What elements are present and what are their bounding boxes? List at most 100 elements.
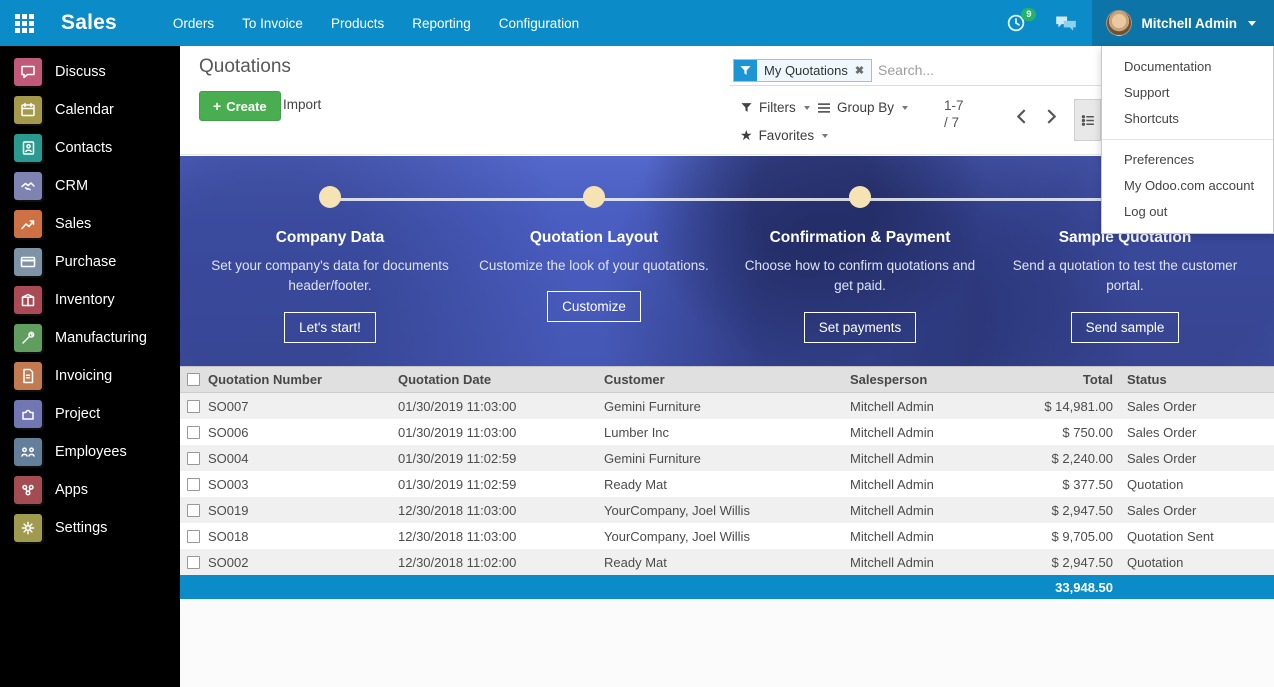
step-description: Set your company's data for documents he… (210, 256, 450, 297)
sidebar-item-invoicing[interactable]: Invoicing (0, 357, 180, 395)
star-icon: ★ (740, 127, 753, 144)
user-menu-item-preferences[interactable]: Preferences (1102, 147, 1273, 173)
select-all-checkbox[interactable] (187, 373, 200, 386)
inventory-icon (14, 286, 42, 314)
column-header-customer[interactable]: Customer (604, 372, 850, 387)
user-menu-item-shortcuts[interactable]: Shortcuts (1102, 106, 1273, 132)
step-button-set-payments[interactable]: Set payments (804, 312, 917, 343)
cell-total: $ 750.00 (1000, 425, 1113, 440)
app-brand[interactable]: Sales (61, 11, 117, 35)
table-row-so006[interactable]: SO00601/30/2019 11:03:00Lumber IncMitche… (180, 419, 1274, 445)
row-checkbox[interactable] (187, 504, 200, 517)
group-by-dropdown[interactable]: Group By (817, 100, 908, 115)
table-row-so004[interactable]: SO00401/30/2019 11:02:59Gemini Furniture… (180, 445, 1274, 471)
cell-total: $ 9,705.00 (1000, 529, 1113, 544)
sidebar-item-contacts[interactable]: Contacts (0, 129, 180, 167)
row-checkbox[interactable] (187, 426, 200, 439)
user-menu-item-my-odoo-com-account[interactable]: My Odoo.com account (1102, 173, 1273, 199)
step-description: Send a quotation to test the customer po… (1005, 256, 1245, 297)
user-avatar (1106, 10, 1132, 36)
row-checkbox[interactable] (187, 530, 200, 543)
messages-icon[interactable] (1040, 0, 1092, 46)
navbar-right: 9 Mitchell Admin (992, 0, 1274, 46)
table-row-so019[interactable]: SO01912/30/2018 11:03:00YourCompany, Joe… (180, 497, 1274, 523)
cell-status: Sales Order (1113, 425, 1274, 440)
sidebar-item-purchase[interactable]: Purchase (0, 243, 180, 281)
nav-menu-configuration[interactable]: Configuration (485, 0, 593, 46)
nav-menu-to-invoice[interactable]: To Invoice (228, 0, 317, 46)
sidebar-item-employees[interactable]: Employees (0, 433, 180, 471)
sidebar-item-discuss[interactable]: Discuss (0, 53, 180, 91)
cell-total: $ 2,947.50 (1000, 555, 1113, 570)
cell-quotation-date: 12/30/2018 11:03:00 (398, 529, 604, 544)
table-header-row: Quotation Number Quotation Date Customer… (180, 366, 1274, 393)
step-dot (849, 186, 871, 208)
sidebar-item-sales[interactable]: Sales (0, 205, 180, 243)
sidebar-item-label: Settings (55, 520, 107, 536)
calendar-icon (14, 96, 42, 124)
cell-quotation-date: 01/30/2019 11:03:00 (398, 425, 604, 440)
facet-label: My Quotations (764, 63, 848, 78)
employees-icon (14, 438, 42, 466)
user-menu-item-log-out[interactable]: Log out (1102, 199, 1273, 225)
step-button-let-s-start[interactable]: Let's start! (284, 312, 376, 343)
row-checkbox[interactable] (187, 556, 200, 569)
table-row-so003[interactable]: SO00301/30/2019 11:02:59Ready MatMitchel… (180, 471, 1274, 497)
column-header-status[interactable]: Status (1113, 372, 1274, 387)
sidebar-item-manufacturing[interactable]: Manufacturing (0, 319, 180, 357)
nav-menu-reporting[interactable]: Reporting (398, 0, 485, 46)
cell-quotation-number: SO002 (208, 555, 398, 570)
pager-range: 1-7 (944, 97, 964, 114)
sidebar-item-crm[interactable]: CRM (0, 167, 180, 205)
user-menu-button[interactable]: Mitchell Admin (1092, 0, 1274, 46)
column-header-quotation-number[interactable]: Quotation Number (208, 372, 398, 387)
table-row-so018[interactable]: SO01812/30/2018 11:03:00YourCompany, Joe… (180, 523, 1274, 549)
activity-icon[interactable]: 9 (992, 0, 1040, 46)
breadcrumb[interactable]: Quotations (199, 56, 291, 78)
nav-menu-orders[interactable]: Orders (159, 0, 228, 46)
column-header-quotation-date[interactable]: Quotation Date (398, 372, 604, 387)
cell-total: $ 14,981.00 (1000, 399, 1113, 414)
contacts-icon (14, 134, 42, 162)
step-button-customize[interactable]: Customize (547, 291, 641, 322)
pager-previous-button[interactable] (1008, 103, 1034, 129)
user-menu-item-documentation[interactable]: Documentation (1102, 54, 1273, 80)
cell-customer: YourCompany, Joel Willis (604, 503, 850, 518)
sidebar-item-label: Contacts (55, 140, 112, 156)
row-checkbox[interactable] (187, 400, 200, 413)
filter-funnel-icon (734, 60, 757, 81)
sidebar-item-project[interactable]: Project (0, 395, 180, 433)
column-header-total[interactable]: Total (1000, 372, 1113, 387)
sidebar-item-label: Project (55, 406, 100, 422)
table-footer-row: 33,948.50 (180, 575, 1274, 599)
sidebar-item-apps[interactable]: Apps (0, 471, 180, 509)
step-button-send-sample[interactable]: Send sample (1071, 312, 1180, 343)
favorites-dropdown[interactable]: ★ Favorites (740, 127, 828, 144)
nav-menu-products[interactable]: Products (317, 0, 398, 46)
column-header-salesperson[interactable]: Salesperson (850, 372, 1000, 387)
user-menu-item-support[interactable]: Support (1102, 80, 1273, 106)
pager[interactable]: 1-7 / 7 (944, 97, 964, 131)
cell-salesperson: Mitchell Admin (850, 477, 1000, 492)
row-checkbox[interactable] (187, 478, 200, 491)
cell-customer: Gemini Furniture (604, 451, 850, 466)
table-body: SO00701/30/2019 11:03:00Gemini Furniture… (180, 393, 1274, 575)
sidebar-item-settings[interactable]: Settings (0, 509, 180, 547)
filters-dropdown[interactable]: Filters (740, 100, 810, 115)
sidebar-item-calendar[interactable]: Calendar (0, 91, 180, 129)
list-view-switcher-button[interactable] (1074, 99, 1101, 141)
table-row-so007[interactable]: SO00701/30/2019 11:03:00Gemini Furniture… (180, 393, 1274, 419)
app-sidebar: DiscussCalendarContactsCRMSalesPurchaseI… (0, 46, 180, 687)
activity-count-badge: 9 (1021, 8, 1036, 21)
apps-grid-icon[interactable] (15, 14, 34, 33)
row-checkbox[interactable] (187, 452, 200, 465)
sidebar-item-label: Manufacturing (55, 330, 147, 346)
pager-next-button[interactable] (1038, 103, 1064, 129)
top-navbar: Sales OrdersTo InvoiceProductsReportingC… (0, 0, 1274, 46)
sidebar-item-inventory[interactable]: Inventory (0, 281, 180, 319)
table-row-so002[interactable]: SO00212/30/2018 11:02:00Ready MatMitchel… (180, 549, 1274, 575)
create-button[interactable]: + Create (199, 91, 281, 121)
search-facet[interactable]: My Quotations ✖ (733, 59, 872, 82)
import-button[interactable]: Import (283, 97, 321, 112)
facet-remove-icon[interactable]: ✖ (855, 64, 864, 77)
